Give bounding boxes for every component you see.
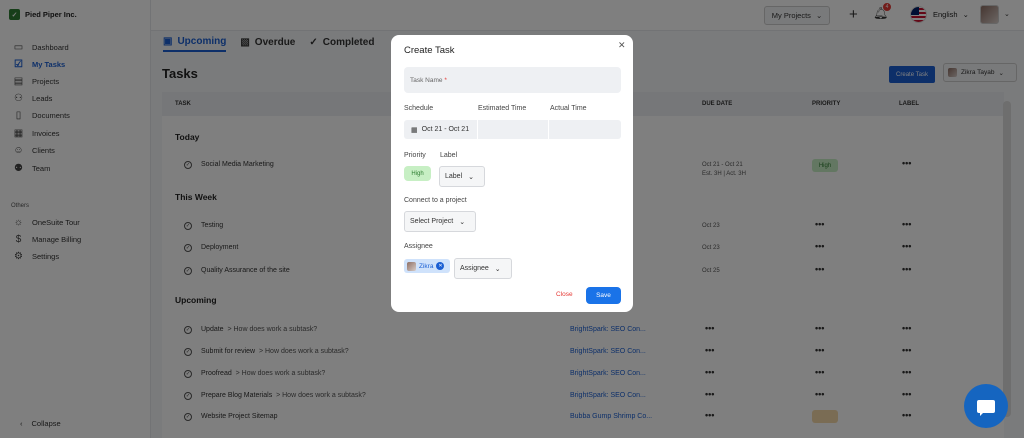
app: ✓ Pied Piper Inc. ▭ Dashboard ☑ My Tasks… — [0, 0, 1024, 438]
project-select-value: Select Project — [410, 218, 454, 225]
assignee-select-value: Assignee — [460, 265, 489, 272]
schedule-value: Oct 21 - Oct 21 — [421, 126, 470, 133]
avatar — [407, 261, 416, 271]
modal-title: Create Task — [404, 45, 455, 56]
chat-button[interactable] — [964, 384, 1008, 428]
schedule-field[interactable]: ▦ Oct 21 - Oct 21 — [404, 120, 621, 139]
connect-project-label: Connect to a project — [404, 197, 467, 204]
assignee-select[interactable]: Assignee ⌄ — [454, 258, 512, 279]
remove-icon[interactable]: ✕ — [436, 262, 445, 270]
field-divider — [477, 120, 478, 139]
chevron-down-icon: ⌄ — [459, 218, 466, 226]
actual-time-label: Actual Time — [550, 105, 587, 112]
project-select[interactable]: Select Project ⌄ — [404, 211, 476, 232]
close-button[interactable]: Close — [556, 291, 573, 298]
close-icon[interactable]: ✕ — [618, 40, 626, 51]
label-select-value: Label — [445, 173, 463, 180]
priority-selector[interactable]: High — [404, 166, 431, 181]
schedule-label: Schedule — [404, 105, 434, 112]
task-name-input[interactable]: Task Name * — [404, 67, 621, 93]
assignee-chip[interactable]: Zikra ✕ — [404, 259, 450, 273]
label-label: Label — [440, 152, 458, 159]
create-task-modal: Create Task ✕ Task Name * Schedule Estim… — [391, 35, 633, 312]
save-button[interactable]: Save — [586, 287, 621, 304]
priority-label: Priority — [404, 152, 426, 159]
chat-bubble-icon — [977, 399, 995, 416]
field-divider — [548, 120, 549, 139]
assignee-chip-name: Zikra — [419, 262, 434, 270]
required-mark: * — [444, 77, 447, 84]
calendar-icon: ▦ — [411, 126, 418, 134]
estimated-time-label: Estimated Time — [478, 105, 527, 112]
assignee-label: Assignee — [404, 243, 433, 250]
chevron-down-icon: ⌄ — [494, 265, 501, 273]
chevron-down-icon: ⌄ — [468, 173, 475, 181]
label-select[interactable]: Label ⌄ — [439, 166, 485, 187]
task-name-placeholder: Task Name — [410, 77, 443, 84]
